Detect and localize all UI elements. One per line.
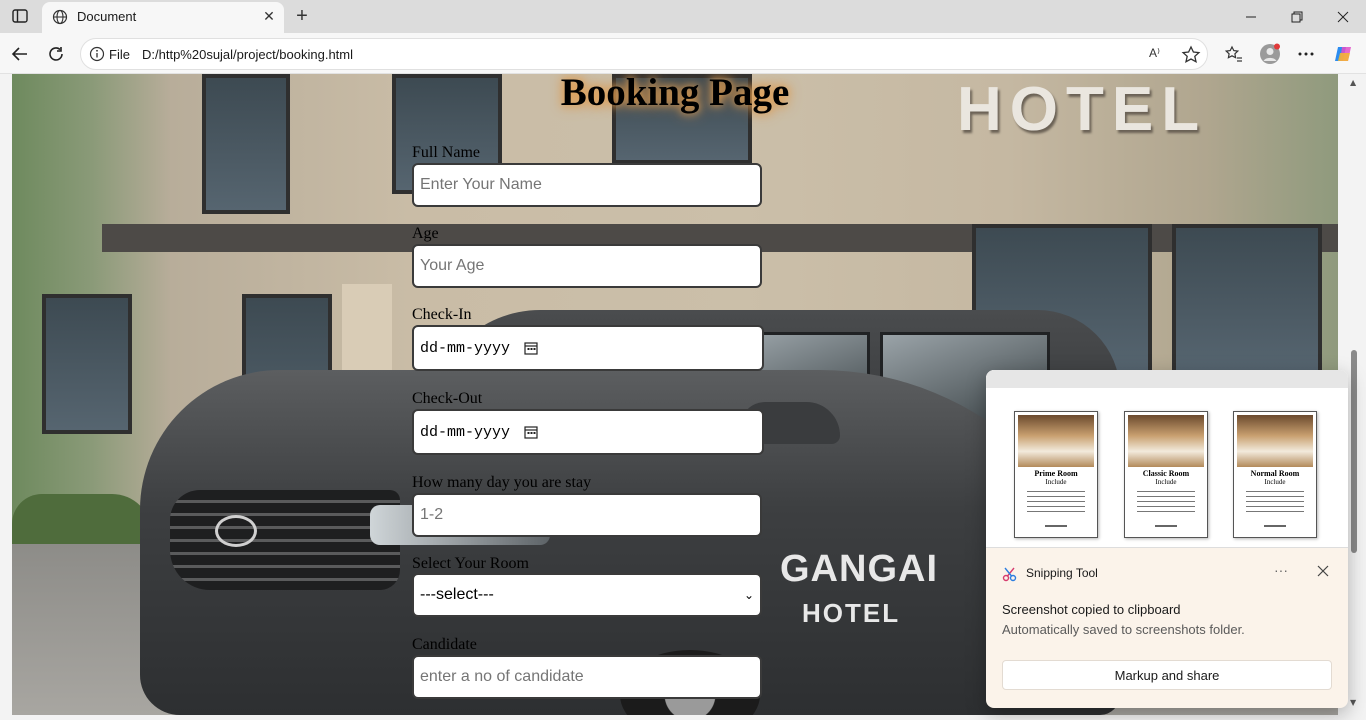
room-include: Include xyxy=(1045,478,1067,486)
check-in-date-value: dd-mm-yyyy xyxy=(420,339,511,357)
room-details xyxy=(1137,491,1195,513)
profile-button[interactable] xyxy=(1258,42,1282,66)
tab-title: Document xyxy=(77,9,137,24)
read-aloud-icon[interactable]: A⁾ xyxy=(1149,46,1167,64)
restore-button[interactable] xyxy=(1274,0,1320,33)
room-details xyxy=(1027,491,1085,513)
age-input[interactable]: Your Age xyxy=(412,244,762,288)
thumbnail-room-card: Prime Room Include xyxy=(1014,411,1098,538)
room-image xyxy=(1128,415,1204,467)
tab-close-icon[interactable]: ✕ xyxy=(260,8,278,26)
refresh-button[interactable] xyxy=(44,42,68,66)
room-price xyxy=(1155,525,1177,527)
copilot-icon xyxy=(1335,47,1351,61)
car-branding-line2: HOTEL xyxy=(802,598,901,628)
tab-actions-button[interactable] xyxy=(8,5,32,27)
check-out-label: Check-Out xyxy=(412,390,483,407)
snipping-tool-notification[interactable]: Prime Room Include Classic Room Include … xyxy=(986,370,1348,708)
minimize-icon xyxy=(1246,16,1256,17)
avatar xyxy=(1260,43,1280,64)
scroll-up-icon[interactable]: ▲ xyxy=(1350,78,1356,87)
markup-and-share-button[interactable]: Markup and share xyxy=(1002,660,1332,690)
info-icon[interactable] xyxy=(89,46,105,62)
room-select-value: ---select--- xyxy=(420,586,494,603)
page-scrollbar[interactable]: ▲ ▼ xyxy=(1348,74,1358,715)
check-in-date-input[interactable]: dd-mm-yyyy xyxy=(412,325,764,371)
car-grille xyxy=(170,490,400,590)
full-name-label: Full Name xyxy=(412,144,480,161)
thumbnail-browser-chrome xyxy=(986,370,1348,388)
tab-document[interactable]: Document ✕ xyxy=(42,2,284,33)
restore-icon xyxy=(1291,11,1303,22)
scroll-down-icon[interactable]: ▼ xyxy=(1350,698,1356,707)
room-name: Classic Room xyxy=(1142,469,1190,478)
globe-icon xyxy=(52,9,68,25)
building-window xyxy=(1172,224,1322,374)
room-image xyxy=(1237,415,1313,467)
room-details xyxy=(1246,491,1304,513)
favorites-button[interactable] xyxy=(1222,42,1246,66)
room-price xyxy=(1045,525,1067,527)
room-name: Prime Room xyxy=(1034,469,1078,478)
copilot-button[interactable] xyxy=(1332,42,1356,66)
age-label: Age xyxy=(412,225,439,242)
room-include: Include xyxy=(1155,478,1177,486)
navigation-bar: File D:/http%20sujal/project/booking.htm… xyxy=(0,33,1366,74)
days-input[interactable]: 1-2 xyxy=(412,493,762,537)
page-title: Booking Page xyxy=(560,74,790,114)
close-icon xyxy=(1337,11,1349,22)
tab-actions-icon xyxy=(12,9,28,23)
chevron-down-icon: ⌄ xyxy=(743,588,754,602)
building-window xyxy=(42,294,132,434)
scrollbar-thumb[interactable] xyxy=(1351,350,1357,553)
calendar-icon[interactable] xyxy=(524,341,538,355)
back-arrow-icon xyxy=(11,47,27,61)
room-include: Include xyxy=(1264,478,1286,486)
days-label: How many day you are stay xyxy=(412,474,592,491)
new-tab-button[interactable]: + xyxy=(290,5,314,27)
car-branding-line1: GANGAI xyxy=(780,548,938,590)
favorite-star-icon[interactable] xyxy=(1181,45,1201,65)
room-label: Select Your Room xyxy=(412,555,529,572)
candidate-input[interactable]: enter a no of candidate xyxy=(412,655,762,699)
room-select[interactable]: ---select--- ⌄ xyxy=(412,573,762,617)
full-name-input[interactable]: Enter Your Name xyxy=(412,163,762,207)
favorites-list-icon xyxy=(1224,45,1242,62)
thumbnail-room-card: Normal Room Include xyxy=(1233,411,1317,538)
more-icon xyxy=(1298,52,1314,56)
more-options-button[interactable] xyxy=(1294,42,1318,66)
close-window-button[interactable] xyxy=(1320,0,1366,33)
address-bar[interactable]: File D:/http%20sujal/project/booking.htm… xyxy=(80,38,1208,70)
room-price xyxy=(1264,525,1286,527)
address-url[interactable]: D:/http%20sujal/project/booking.html xyxy=(142,47,353,62)
room-name: Normal Room xyxy=(1250,469,1300,478)
calendar-icon[interactable] xyxy=(524,425,538,439)
room-image xyxy=(1018,415,1094,467)
notification-title: Screenshot copied to clipboard xyxy=(1002,602,1181,617)
back-button[interactable] xyxy=(8,42,32,66)
notification-body: Automatically saved to screenshots folde… xyxy=(1002,622,1245,637)
notification-more-button[interactable]: ··· xyxy=(1274,562,1288,578)
close-icon[interactable] xyxy=(1316,564,1330,578)
car-badge xyxy=(215,515,257,547)
notification-app-name: Snipping Tool xyxy=(1026,566,1098,580)
check-out-date-value: dd-mm-yyyy xyxy=(420,423,511,441)
minimize-button[interactable] xyxy=(1228,0,1274,33)
address-scheme: File xyxy=(109,47,130,62)
screenshot-thumbnail[interactable]: Prime Room Include Classic Room Include … xyxy=(986,370,1348,548)
check-out-date-input[interactable]: dd-mm-yyyy xyxy=(412,409,764,455)
check-in-label: Check-In xyxy=(412,306,472,323)
refresh-icon xyxy=(49,47,63,61)
tab-bar: Document ✕ + xyxy=(0,0,1366,33)
snipping-tool-icon xyxy=(1002,567,1017,582)
thumbnail-room-card: Classic Room Include xyxy=(1124,411,1208,538)
candidate-label: Candidate xyxy=(412,636,477,653)
